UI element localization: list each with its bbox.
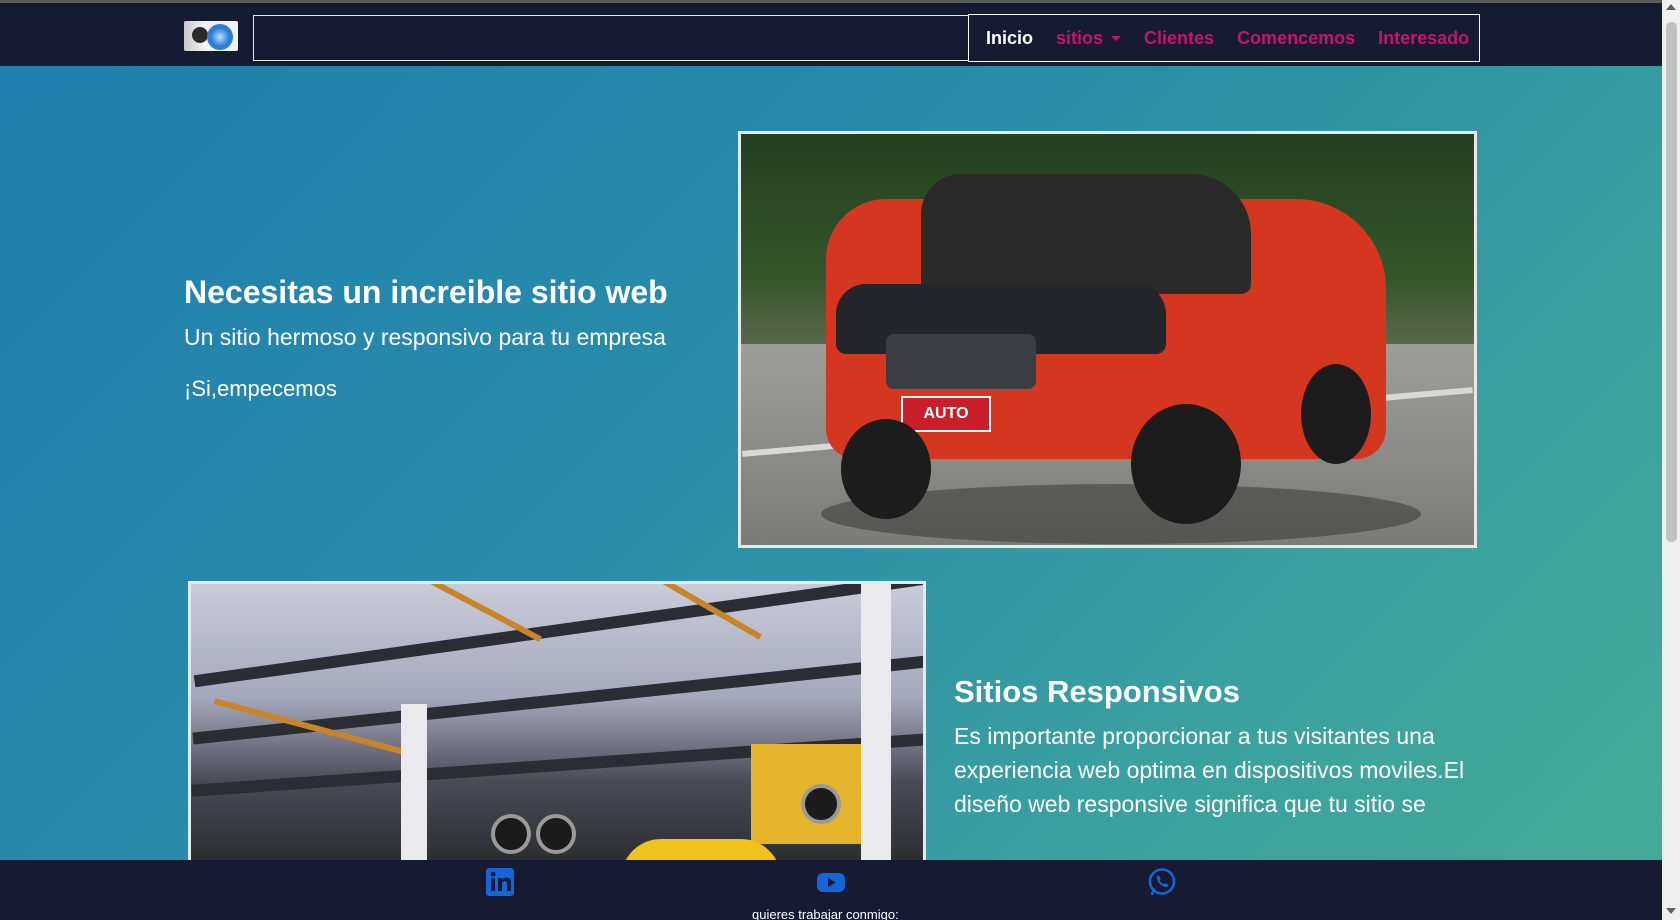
truck-wheel-front-left [841,419,931,519]
nav-link-sitios-dropdown[interactable]: sitios [1056,27,1122,49]
truck-wheel-rear [1301,364,1371,464]
scroll-down-arrow-icon[interactable] [1666,908,1676,914]
nav-menu: Inicio sitios Clientes Comencemos Intere… [968,14,1480,62]
hero-subline: Un sitio hermoso y responsivo para tu em… [184,324,666,350]
tire-icon [491,814,531,854]
tire-shop-garage-image [188,581,926,860]
hero-headline: Necesitas un increible sitio web [184,274,668,310]
nav-link-label: Comencemos [1237,27,1356,48]
responsive-section-text: Es importante proporcionar a tus visitan… [954,723,1465,817]
nav-link-label: Interesado [1378,27,1470,48]
hero-section: Necesitas un increible sitio web Un siti… [0,66,1662,860]
truck-wheel-front-right [1131,404,1241,524]
truck-license-plate: AUTO [901,396,991,432]
nav-link-label: Inicio [986,27,1034,48]
nav-link-clientes[interactable]: Clientes [1144,28,1214,49]
responsive-section-title: Sitios Responsivos [954,674,1240,709]
nav-link-label: sitios [1056,27,1104,48]
garage-pillar [401,704,427,860]
scroll-up-arrow-icon[interactable] [1666,4,1676,10]
logo-moon-icon [192,27,208,43]
yellow-car [621,839,781,860]
footer-bar: quieres trabajar conmigo: [0,860,1662,920]
vertical-scrollbar[interactable] [1662,0,1680,920]
nav-link-inicio[interactable]: Inicio [986,28,1033,49]
tire-icon [801,784,841,824]
scrollbar-thumb[interactable] [1666,22,1677,542]
nav-link-interesado[interactable]: Interesado [1378,28,1469,49]
red-pickup-truck-image: AUTO [738,131,1477,548]
hero-cta-text: ¡Si,empecemos [184,376,337,401]
navbar: Inicio sitios Clientes Comencemos Intere… [0,3,1662,66]
footer-caption: quieres trabajar conmigo: [752,907,899,920]
garage-pillar [861,584,891,860]
nav-link-label: Clientes [1144,27,1215,48]
navbar-search-area[interactable] [253,15,969,61]
whatsapp-icon[interactable] [1147,867,1177,897]
caret-down-icon [1111,35,1122,41]
nav-link-comencemos[interactable]: Comencemos [1237,28,1355,49]
truck-grille [886,334,1036,389]
site-logo[interactable] [184,21,238,51]
linkedin-icon[interactable] [485,867,515,897]
youtube-icon[interactable] [816,867,846,897]
tire-icon [536,814,576,854]
logo-globe-icon [207,24,233,50]
truck-cab-windows [921,174,1251,294]
